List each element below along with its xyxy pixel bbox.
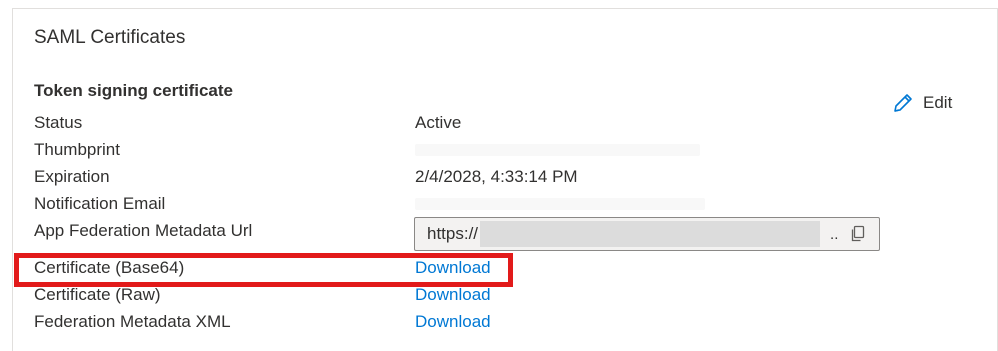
field-label-federation-xml: Federation Metadata XML [34,312,231,331]
field-label-metadata-url: App Federation Metadata Url [34,221,253,240]
copy-icon[interactable] [849,225,867,243]
field-label-status: Status [34,113,83,132]
field-label-cert-raw: Certificate (Raw) [34,285,161,304]
metadata-url-field[interactable]: https:// .. [414,217,880,251]
field-value-status: Active [415,113,462,132]
metadata-url-ellipsis: .. [830,225,839,243]
field-label-notification-email: Notification Email [34,194,166,213]
card-title: SAML Certificates [34,27,186,48]
metadata-url-redacted [480,221,821,247]
field-label-thumbprint: Thumbprint [34,140,120,159]
field-label-expiration: Expiration [34,167,110,186]
pencil-icon [891,91,915,115]
download-federation-xml-link[interactable]: Download [415,310,491,334]
field-label-cert-base64: Certificate (Base64) [34,258,185,277]
section-title-token-signing: Token signing certificate [34,81,234,100]
download-cert-base64-link[interactable]: Download [415,256,491,280]
redacted-thumbprint [415,144,700,156]
saml-certificates-card: SAML Certificates Token signing certific… [12,8,998,351]
edit-button[interactable]: Edit [891,91,952,115]
metadata-url-prefix: https:// [427,224,479,243]
download-cert-raw-link[interactable]: Download [415,283,491,307]
field-value-expiration: 2/4/2028, 4:33:14 PM [415,167,578,186]
redacted-email [415,198,705,210]
edit-label: Edit [923,93,953,112]
